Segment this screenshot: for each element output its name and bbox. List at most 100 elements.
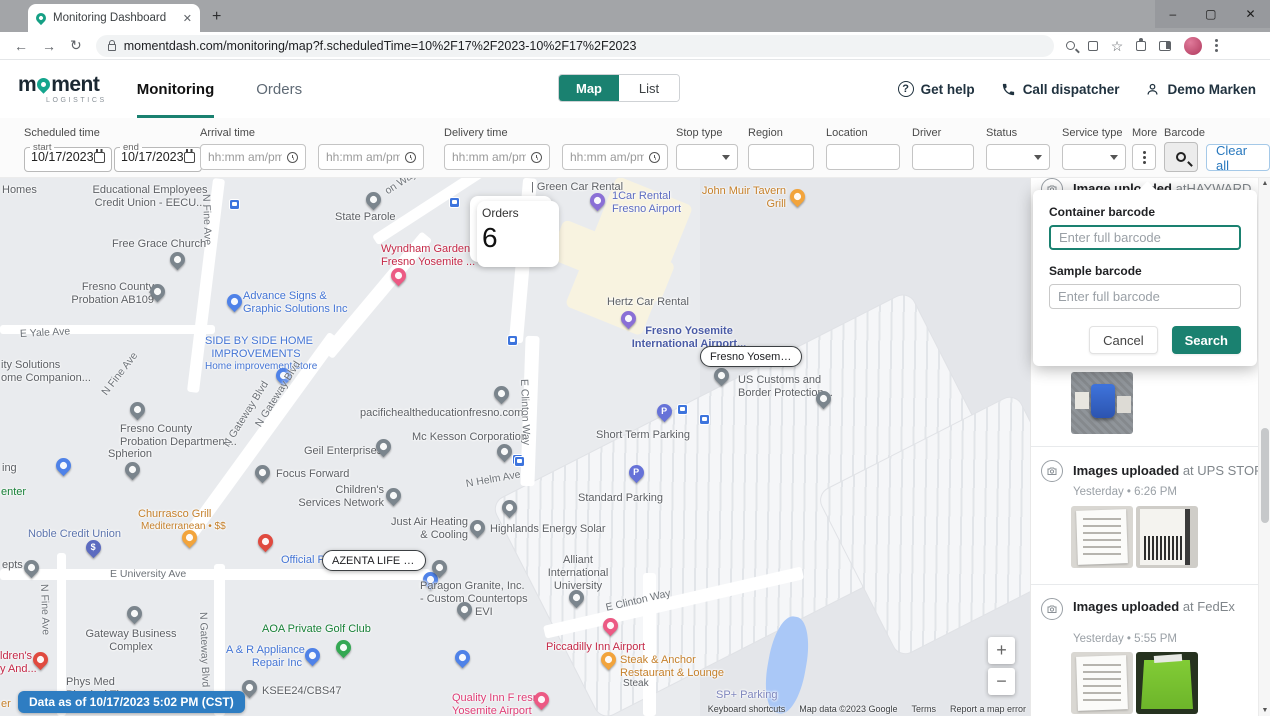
- calendar-icon[interactable]: [184, 152, 195, 163]
- cancel-button[interactable]: Cancel: [1089, 326, 1157, 354]
- transit-icon[interactable]: [507, 335, 518, 346]
- map-label: SIDE BY SIDE HOMEIMPROVEMENTS: [205, 335, 307, 361]
- map-pin-gray[interactable]: [167, 249, 188, 270]
- clock-icon[interactable]: [405, 152, 416, 163]
- feed-item-title[interactable]: Images uploaded at UPS STORE: [1073, 463, 1243, 478]
- user-menu[interactable]: Demo Marken: [1145, 82, 1256, 97]
- photo-thumbnail-green-label[interactable]: [1136, 652, 1198, 714]
- tab-title: Monitoring Dashboard: [53, 12, 176, 24]
- map-pin-gray[interactable]: [467, 517, 488, 538]
- map-pin-gray[interactable]: [491, 383, 512, 404]
- map-pin-green[interactable]: [333, 637, 354, 658]
- photo-thumbnail-doc[interactable]: [1071, 506, 1133, 568]
- tab-close-icon[interactable]: ✕: [183, 12, 192, 25]
- clock-icon[interactable]: [531, 152, 542, 163]
- transit-icon[interactable]: [449, 197, 460, 208]
- activity-sidebar: Image uploaded at HAYWARD Images uploade…: [1030, 178, 1270, 716]
- map-zoom-in-button[interactable]: +: [988, 637, 1015, 664]
- window-maximize-button[interactable]: ▢: [1205, 7, 1216, 21]
- feed-item-title[interactable]: Images uploaded at FedEx: [1073, 599, 1243, 614]
- scroll-up-icon[interactable]: ▲: [1259, 180, 1270, 187]
- clear-all-button[interactable]: Clear all: [1206, 144, 1270, 171]
- forward-icon[interactable]: →: [42, 38, 56, 54]
- road-label: E Yale Ave: [20, 325, 71, 340]
- stop-type-select[interactable]: [676, 144, 738, 170]
- status-select[interactable]: [986, 144, 1050, 170]
- selected-order-chip[interactable]: Fresno Yosemite Int...: [700, 346, 802, 367]
- transit-icon[interactable]: [514, 456, 525, 467]
- photo-thumbnail-doc[interactable]: [1071, 652, 1133, 714]
- scheduled-end-field[interactable]: end 10/17/2023: [114, 142, 202, 172]
- terms-link[interactable]: Terms: [911, 704, 936, 714]
- delivery-start-input[interactable]: [444, 144, 550, 170]
- window-minimize-button[interactable]: –: [1169, 7, 1176, 21]
- location-input[interactable]: [826, 144, 900, 170]
- transit-icon[interactable]: [229, 199, 240, 210]
- moment-logo[interactable]: mment LOGISTICS: [18, 74, 107, 104]
- toggle-list-button[interactable]: List: [619, 75, 679, 101]
- sample-barcode-input[interactable]: [1049, 284, 1241, 309]
- map-label: Homes: [2, 184, 37, 197]
- side-panel-icon[interactable]: [1159, 41, 1171, 51]
- toggle-map-button[interactable]: Map: [559, 75, 619, 101]
- map-pin-blue[interactable]: [302, 645, 323, 666]
- map-pin-gray[interactable]: [252, 462, 273, 483]
- map-pin-gray[interactable]: [363, 189, 384, 210]
- delivery-end-input[interactable]: [562, 144, 668, 170]
- search-button[interactable]: Search: [1172, 326, 1241, 354]
- map-canvas[interactable]: HomesEducational EmployeesCredit Union -…: [0, 178, 1030, 716]
- arrival-end-input[interactable]: [318, 144, 424, 170]
- clock-icon[interactable]: [649, 152, 660, 163]
- new-tab-button[interactable]: +: [212, 8, 221, 26]
- back-icon[interactable]: ←: [14, 38, 28, 54]
- call-dispatcher-button[interactable]: Call dispatcher: [1001, 82, 1120, 97]
- nav-monitoring[interactable]: Monitoring: [137, 60, 214, 118]
- map-pin-gray[interactable]: [122, 459, 143, 480]
- sidebar-scrollbar[interactable]: ▲ ▼: [1258, 178, 1270, 716]
- selected-order-chip[interactable]: AZENTA LIFE SCIENC...: [322, 550, 426, 571]
- reload-icon[interactable]: ↻: [70, 37, 82, 54]
- report-map-error-link[interactable]: Report a map error: [950, 704, 1026, 714]
- window-close-button[interactable]: ✕: [1245, 7, 1255, 21]
- container-barcode-input[interactable]: [1049, 225, 1241, 250]
- scheduled-start-field[interactable]: start 10/17/2023: [24, 142, 112, 172]
- photo-thumbnail-doc-barcode[interactable]: [1136, 506, 1198, 568]
- calendar-icon[interactable]: [94, 152, 105, 163]
- browser-menu-icon[interactable]: [1215, 39, 1218, 52]
- map-label: Mediterranean • $$: [141, 521, 226, 533]
- more-label: More: [1132, 127, 1157, 139]
- map-pin-gray[interactable]: [127, 399, 148, 420]
- map-zoom-out-button[interactable]: −: [988, 668, 1015, 695]
- photo-thumbnail-bucket[interactable]: [1071, 372, 1133, 434]
- map-label: A & R ApplianceRepair Inc: [226, 644, 302, 670]
- barcode-search-button[interactable]: [1164, 142, 1198, 172]
- orders-cluster-card[interactable]: Orders 6: [470, 196, 552, 262]
- browser-profile-avatar[interactable]: [1184, 37, 1202, 55]
- arrival-start-input[interactable]: [200, 144, 306, 170]
- map-pin-gray[interactable]: [124, 603, 145, 624]
- keyboard-shortcuts-link[interactable]: Keyboard shortcuts: [708, 704, 786, 714]
- transit-icon[interactable]: [677, 404, 688, 415]
- map-pin-gray[interactable]: [383, 485, 404, 506]
- zoom-lens-icon[interactable]: [1066, 41, 1075, 50]
- scroll-down-icon[interactable]: ▼: [1259, 707, 1270, 714]
- region-input[interactable]: [748, 144, 814, 170]
- extensions-icon[interactable]: [1136, 41, 1146, 51]
- more-filters-button[interactable]: [1132, 144, 1156, 170]
- scrollbar-thumb[interactable]: [1261, 428, 1269, 523]
- map-pin-blue[interactable]: [452, 647, 473, 668]
- map-pin-blue[interactable]: [224, 291, 245, 312]
- service-type-select[interactable]: [1062, 144, 1126, 170]
- transit-icon[interactable]: [699, 414, 710, 425]
- map-pin-red[interactable]: [255, 531, 276, 552]
- nav-orders[interactable]: Orders: [256, 60, 302, 118]
- browser-tab[interactable]: Monitoring Dashboard ✕: [28, 4, 200, 32]
- share-icon[interactable]: [1088, 41, 1098, 51]
- driver-input[interactable]: [912, 144, 974, 170]
- delivery-time-label: Delivery time: [444, 127, 508, 139]
- bookmark-star-icon[interactable]: ☆: [1111, 39, 1124, 53]
- url-bar[interactable]: momentdash.com/monitoring/map?f.schedule…: [96, 35, 1054, 57]
- map-pin-blue[interactable]: [53, 455, 74, 476]
- clock-icon[interactable]: [287, 152, 298, 163]
- get-help-button[interactable]: ? Get help: [898, 81, 975, 97]
